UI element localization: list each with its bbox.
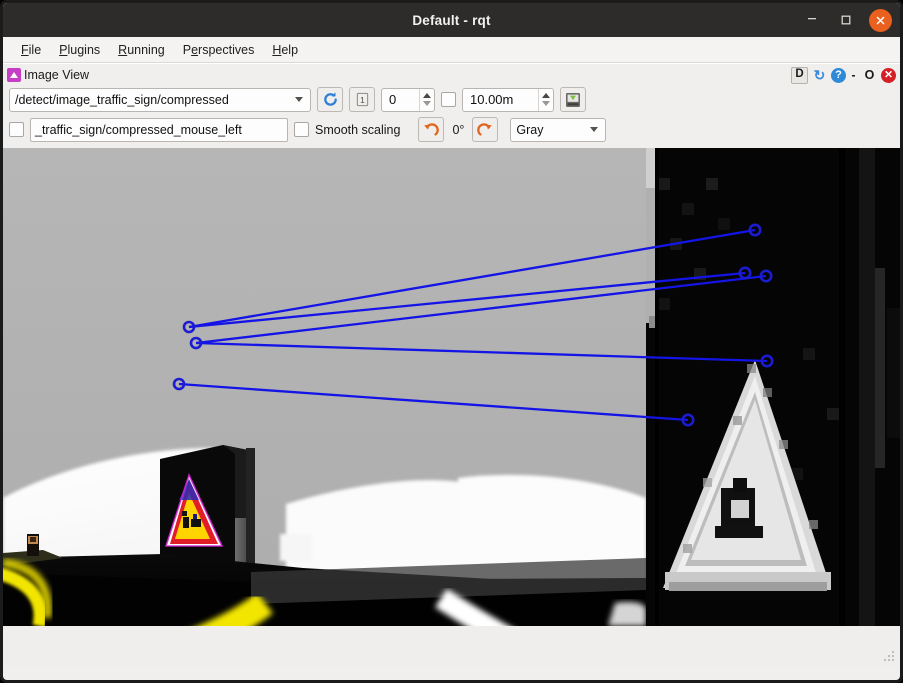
mouse-topic-input[interactable]: _traffic_sign/compressed_mouse_left [30,118,288,142]
menu-help[interactable]: Help [263,40,307,60]
smooth-scaling-label: Smooth scaling [315,123,400,137]
frame-index-steppers[interactable] [419,89,434,111]
svg-text:1: 1 [360,95,365,105]
menu-help-mnemonic: H [272,43,281,57]
minimize-button[interactable] [801,9,823,31]
image-view-toolbar-row-1: /detect/image_traffic_sign/compressed 1 … [3,86,900,115]
menu-help-label: elp [281,43,298,57]
rqt-main-window: Default - rqt File Plugins Running [0,0,903,683]
image-view-plugin-icon [7,68,21,82]
pedestrian-figure [27,534,39,556]
frame-index-value: 0 [382,92,419,107]
rotate-right-button[interactable] [472,117,498,142]
minimize-dock-button[interactable]: - [849,67,858,84]
menu-plugins-mnemonic: P [59,43,67,57]
max-range-spinbox[interactable]: 10.00m [462,88,554,112]
chevron-down-icon [295,97,303,102]
window-titlebar: Default - rqt [3,3,900,37]
topic-combo[interactable]: /detect/image_traffic_sign/compressed [9,88,311,112]
stepper-down-icon[interactable] [423,101,431,106]
maximize-icon [840,14,852,26]
reload-plugin-icon[interactable]: ↻ [811,67,828,84]
stepper-down-icon[interactable] [542,101,550,106]
save-image-icon [564,91,582,109]
mouse-topic-checkbox[interactable] [9,122,24,137]
help-icon[interactable]: ? [831,68,846,83]
chevron-down-icon [590,127,598,132]
dock-titlebar: Image View D ↻ ? - O ✕ [3,64,900,86]
max-range-value: 10.00m [463,92,538,107]
menu-running-label: unning [127,43,165,57]
camera-frame [3,148,900,626]
minimize-icon [806,11,818,23]
dock-buttons: D ↻ ? - O ✕ [791,64,896,86]
smooth-scaling-checkbox[interactable] [294,122,309,137]
numbered-frame-button[interactable]: 1 [349,87,375,112]
reference-template-image [646,148,900,626]
menubar: File Plugins Running Perspectives Help [3,37,900,63]
statusbar [3,626,900,666]
menu-perspectives-pre: P [183,43,191,57]
window-controls [801,3,892,37]
float-dock-button[interactable]: O [861,67,878,84]
dock-title-label: Image View [24,68,89,82]
rotate-left-button[interactable] [418,117,444,142]
live-camera-image [3,148,646,626]
traffic-sign-match-visualization [3,148,900,626]
stepper-up-icon[interactable] [542,93,550,98]
max-range-steppers[interactable] [538,89,553,111]
rotation-angle-label: 0° [450,123,466,137]
maximize-button[interactable] [835,9,857,31]
max-range-checkbox[interactable] [441,92,456,107]
menu-file-label: ile [29,43,42,57]
menu-running[interactable]: Running [109,40,174,60]
image-display-canvas[interactable] [3,148,900,626]
close-icon [875,15,886,26]
frame-number-icon: 1 [355,92,370,107]
topic-combo-value: /detect/image_traffic_sign/compressed [15,93,287,107]
refresh-topics-button[interactable] [317,87,343,112]
rotate-right-icon [476,121,494,139]
resize-grip[interactable] [884,651,896,663]
menu-perspectives-mnemonic: e [191,43,198,57]
image-view-toolbar-row-2: _traffic_sign/compressed_mouse_left Smoo… [3,115,900,148]
frame-index-spinbox[interactable]: 0 [381,88,435,112]
save-image-button[interactable] [560,87,586,112]
menu-plugins-label: lugins [68,43,101,57]
menu-running-mnemonic: R [118,43,127,57]
menu-perspectives[interactable]: Perspectives [174,40,264,60]
dock-shortcut-button[interactable]: D [791,67,808,84]
rotate-left-icon [422,121,440,139]
menu-file-mnemonic: F [21,43,29,57]
image-view-dock: Image View D ↻ ? - O ✕ /detect/image_tra… [3,63,900,666]
close-button[interactable] [869,9,892,32]
menu-file[interactable]: File [12,40,50,60]
stepper-up-icon[interactable] [423,93,431,98]
window-title: Default - rqt [412,13,490,28]
menu-perspectives-label: rspectives [198,43,254,57]
menu-plugins[interactable]: Plugins [50,40,109,60]
refresh-icon [322,91,339,108]
colormap-combo[interactable]: Gray [510,118,606,142]
colormap-combo-value: Gray [516,123,582,137]
close-dock-icon[interactable]: ✕ [881,68,896,83]
